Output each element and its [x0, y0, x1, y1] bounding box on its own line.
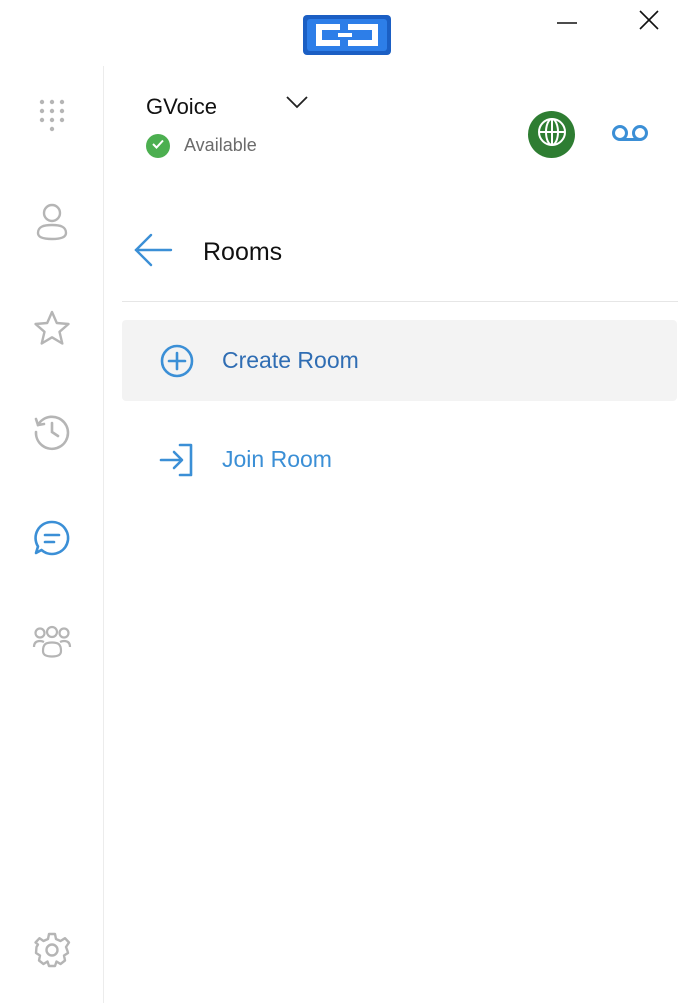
plus-circle-icon: [158, 342, 196, 380]
sidebar: [0, 66, 104, 1003]
sidebar-item-contacts[interactable]: [26, 198, 78, 250]
history-icon: [33, 413, 71, 456]
status-indicator: [146, 134, 170, 158]
join-room-label: Join Room: [222, 446, 332, 472]
globe-button[interactable]: [528, 111, 575, 158]
voicemail-button[interactable]: [608, 120, 652, 150]
sidebar-item-groups[interactable]: [26, 618, 78, 670]
account-name[interactable]: GVoice: [146, 94, 217, 120]
back-button[interactable]: [132, 232, 174, 272]
account-dropdown-button[interactable]: [283, 92, 311, 116]
sidebar-item-history[interactable]: [26, 408, 78, 460]
page-title: Rooms: [203, 238, 283, 266]
join-room-button[interactable]: Join Room: [122, 419, 677, 500]
status-label[interactable]: Available: [184, 135, 257, 156]
star-icon: [33, 310, 71, 351]
close-icon: [638, 9, 660, 36]
minimize-button[interactable]: [549, 6, 585, 38]
gear-icon: [33, 931, 71, 974]
chat-icon: [33, 519, 71, 562]
create-room-label: Create Room: [222, 347, 359, 373]
close-button[interactable]: [631, 6, 667, 38]
arrow-left-icon: [133, 233, 173, 272]
group-icon: [32, 625, 72, 664]
sidebar-item-dialpad[interactable]: [26, 92, 78, 144]
checkmark-icon: [151, 137, 165, 155]
login-icon: [158, 441, 196, 479]
person-icon: [35, 203, 69, 246]
cc-logo-icon: [302, 13, 392, 57]
title-bar: [0, 0, 693, 66]
minimize-icon: [556, 9, 578, 36]
create-room-button[interactable]: Create Room: [122, 320, 677, 401]
sidebar-item-chat[interactable]: [26, 514, 78, 566]
sidebar-item-favorites[interactable]: [26, 304, 78, 356]
divider: [122, 301, 678, 302]
voicemail-icon: [611, 123, 649, 148]
globe-icon: [536, 116, 568, 153]
app-window: GVoice Available Rooms Create Room Join …: [0, 0, 693, 1003]
dialpad-icon: [37, 98, 67, 139]
chevron-down-icon: [285, 95, 309, 114]
settings-button[interactable]: [26, 926, 78, 978]
